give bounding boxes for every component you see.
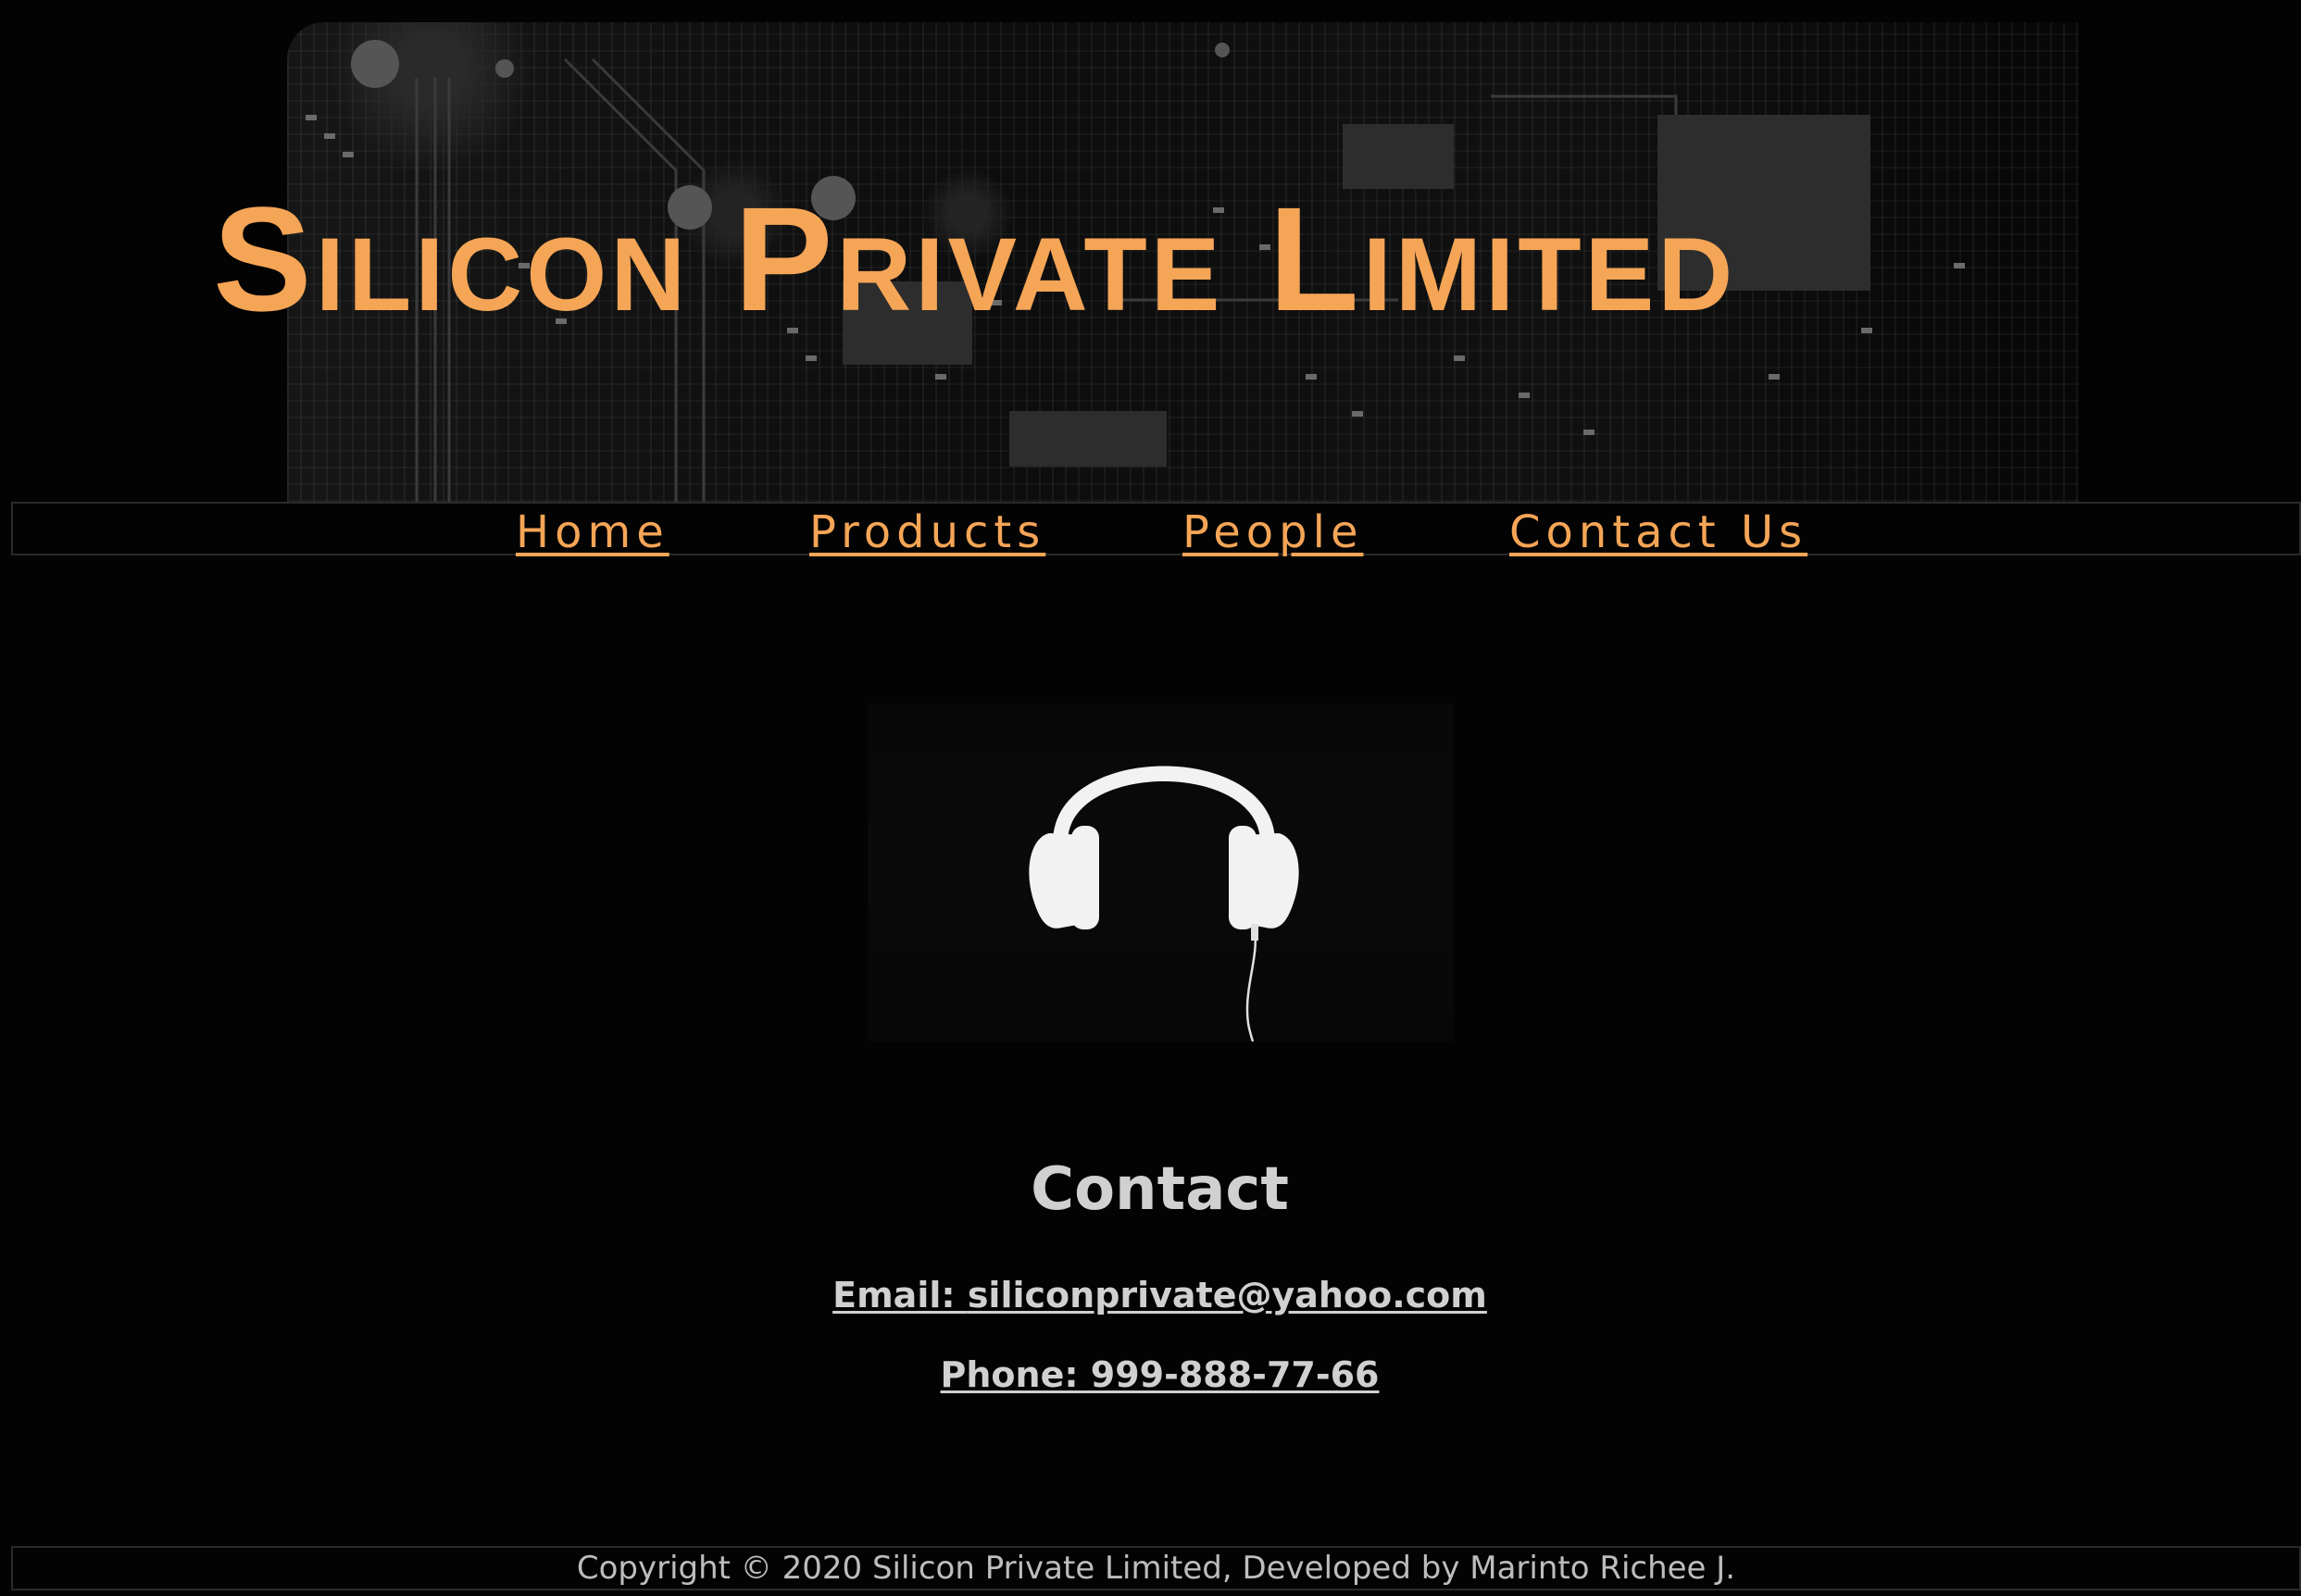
site-title: Silicon Private Limited — [213, 176, 1737, 342]
headphones-image — [868, 704, 1454, 1041]
page: Silicon Private Limited Home Products Pe… — [0, 0, 2301, 1596]
footer-copyright: Copyright © 2020 Silicon Private Limited… — [11, 1546, 2301, 1590]
email-line: Email: siliconprivate@yahoo.com — [0, 1272, 2301, 1318]
phone-link[interactable]: Phone: 999-888-77-66 — [941, 1354, 1380, 1395]
headphones-icon — [1029, 766, 1299, 1041]
nav-link-people[interactable]: People — [1182, 504, 1363, 561]
main-nav: Home Products People Contact Us — [11, 502, 2301, 558]
email-label: Email: — [832, 1275, 968, 1315]
email-link[interactable]: siliconprivate@yahoo.com — [968, 1275, 1487, 1315]
phone-line: Phone: 999-888-77-66 — [0, 1352, 2301, 1398]
contact-heading: Contact — [1031, 1155, 1289, 1224]
nav-link-contact-us[interactable]: Contact Us — [1509, 504, 1807, 561]
nav-link-products[interactable]: Products — [809, 504, 1045, 561]
nav-link-home[interactable]: Home — [516, 504, 669, 561]
